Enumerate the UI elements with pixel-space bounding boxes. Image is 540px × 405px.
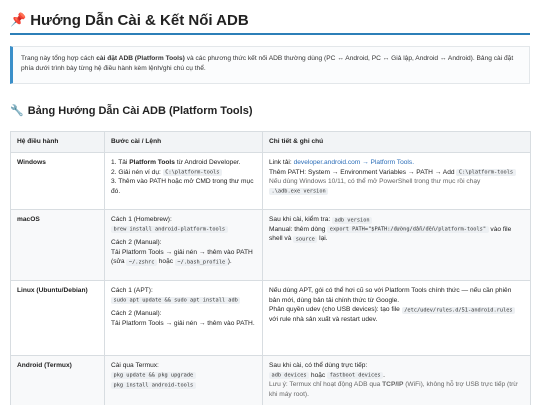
code-snippet: pkg update && pkg upgrade (111, 372, 196, 380)
column-header-notes: Chi tiết & ghi chú (262, 131, 531, 153)
steps-cell: Cài qua Termux: pkg update && pkg upgrad… (104, 355, 263, 405)
step-text: Cài qua Termux: (111, 362, 159, 369)
table-row: Windows 1. Tải Platform Tools từ Android… (10, 152, 531, 210)
column-header-os: Hệ điều hành (10, 131, 105, 153)
wrench-icon: 🔧 (10, 105, 24, 117)
step-text: 1. Tải (111, 159, 130, 166)
note-text: Lưu ý: Termux chỉ hoạt động ADB qua (269, 381, 383, 389)
note-text: Sau khi cài, kiểm tra: (269, 216, 333, 223)
step-text: 2. Giải nén ví dụ: (111, 168, 163, 176)
code-snippet: ~/.zshrc (126, 258, 157, 266)
section-heading-text: Bảng Hướng Dẫn Cài ADB (Platform Tools) (27, 105, 253, 117)
note-text: Nếu dùng Windows 10/11, có thể mở PowerS… (269, 178, 481, 186)
note-text: Sau khi cài, có thể dùng trực tiếp: (269, 362, 368, 369)
note-text: Phân quyền udev (cho USB devices): tạo f… (269, 306, 402, 314)
step-text: Cách 1 (APT): (111, 287, 153, 294)
code-snippet: export PATH="$PATH:/đường/dẫn/đến/platfo… (327, 226, 489, 234)
page-title-text: Hướng Dẫn Cài & Kết Nối ADB (30, 12, 249, 29)
step-text: Tải Platform Tools → giải nén → thêm vào… (111, 319, 255, 327)
notes-cell: Sau khi cài, có thể dùng trực tiếp: adb … (262, 355, 531, 405)
code-snippet: C:\platform-tools (162, 169, 222, 177)
code-snippet: C:\platform-tools (456, 169, 516, 177)
os-cell: Linux (Ubuntu/Debian) (10, 280, 105, 356)
steps-cell: Cách 1 (APT): sudo apt update && sudo ap… (104, 280, 263, 356)
pin-icon: 📌 (10, 12, 27, 28)
page-title: 📌 Hướng Dẫn Cài & Kết Nối ADB (10, 10, 249, 32)
code-snippet: pkg install android-tools (111, 381, 196, 389)
table-row: macOS Cách 1 (Homebrew): brew install an… (10, 209, 531, 281)
step-text: Cách 1 (Homebrew): (111, 216, 172, 223)
table-row: Linux (Ubuntu/Debian) Cách 1 (APT): sudo… (10, 280, 531, 356)
table-row: Android (Termux) Cài qua Termux: pkg upd… (10, 355, 531, 405)
code-snippet: /etc/udev/rules.d/51-android.rules (401, 306, 516, 314)
step-text: ). (227, 258, 232, 266)
os-cell: Android (Termux) (10, 355, 105, 405)
note-text: với rule nhà sản xuất và restart udev. (269, 315, 378, 323)
code-snippet: .\adb.exe version (269, 188, 329, 196)
section-heading: 🔧 Bảng Hướng Dẫn Cài ADB (Platform Tools… (10, 104, 253, 120)
notes-cell: Sau khi cài, kiểm tra: adb version Manua… (262, 209, 531, 281)
step-text: từ Android Developer. (174, 159, 241, 166)
code-snippet: ~/.bash_profile (174, 258, 228, 266)
table-header-row: Hệ điều hành Bước cài / Lệnh Chi tiết & … (10, 131, 531, 153)
note-text: Manual: thêm dòng (269, 225, 328, 233)
step-bold: Platform Tools (129, 159, 175, 166)
column-header-steps: Bước cài / Lệnh (104, 131, 263, 153)
note-text: Thêm PATH: System → Environment Variable… (269, 168, 457, 176)
notes-cell: Link tải: developer.android.com → Platfo… (262, 152, 531, 210)
note-bold: TCP/IP (382, 381, 404, 389)
code-snippet: fastboot devices (327, 372, 384, 380)
note-text: Link tải: (269, 159, 294, 166)
step-text: 3. Thêm vào PATH hoặc mở CMD trong thư m… (111, 178, 254, 195)
step-text: Cách 2 (Manual): (111, 310, 162, 318)
steps-cell: Cách 1 (Homebrew): brew install android-… (104, 209, 263, 281)
step-text: Cách 2 (Manual): (111, 239, 162, 247)
steps-cell: 1. Tải Platform Tools từ Android Develop… (104, 152, 263, 210)
note-text: . (383, 371, 385, 379)
code-snippet: source (293, 235, 318, 243)
download-link[interactable]: developer.android.com → Platform Tools. (294, 159, 414, 166)
notes-cell: Nếu dùng APT, gói có thể hơi cũ so với P… (262, 280, 531, 356)
title-divider (10, 33, 530, 35)
step-text: hoặc (156, 258, 175, 266)
intro-text: Trang này tổng hợp cách (21, 55, 97, 62)
code-snippet: adb version (332, 216, 373, 224)
code-snippet: adb devices (269, 372, 310, 380)
note-text: hoặc (309, 371, 328, 379)
install-table: Hệ điều hành Bước cài / Lệnh Chi tiết & … (10, 131, 531, 405)
note-text: lại. (317, 235, 328, 243)
code-snippet: brew install android-platform-tools (111, 226, 228, 234)
os-cell: macOS (10, 209, 105, 281)
code-snippet: sudo apt update && sudo apt install adb (111, 297, 241, 305)
intro-box: Trang này tổng hợp cách cài đặt ADB (Pla… (10, 46, 530, 84)
intro-bold: cài đặt ADB (Platform Tools) (96, 55, 185, 62)
note-text: Nếu dùng APT, gói có thể hơi cũ so với P… (269, 287, 512, 304)
os-cell: Windows (10, 152, 105, 210)
